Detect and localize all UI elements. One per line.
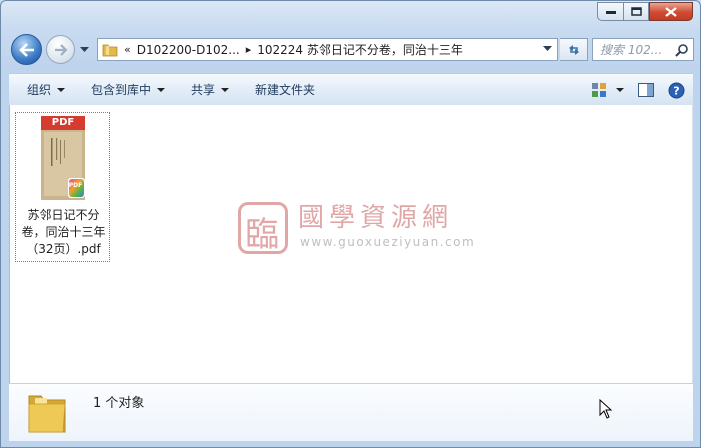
help-icon[interactable]: ? (668, 82, 685, 99)
minimize-button[interactable] (597, 2, 623, 21)
watermark-url: www.guoxueziyuan.com (300, 235, 476, 249)
watermark-seal-logo: 臨 (238, 202, 288, 255)
search-box[interactable]: 搜索 102... (592, 38, 694, 61)
share-button[interactable]: 共享 (181, 74, 239, 105)
file-item-pdf[interactable]: PDF PDF 苏邻日记不分 卷，同治十三年 （32页）.pdf (15, 112, 110, 262)
window-caption-buttons (597, 2, 693, 21)
address-dropdown-icon[interactable] (543, 46, 552, 52)
include-in-library-label: 包含到库中 (91, 83, 152, 97)
mouse-cursor-icon (599, 399, 613, 419)
content-border (692, 105, 693, 383)
view-options-button[interactable] (592, 83, 624, 97)
navigation-row: « D102200-D102... ▸ 102224 苏邻日记不分卷，同治十三年… (9, 34, 694, 66)
file-list-view[interactable]: PDF PDF 苏邻日记不分 卷，同治十三年 （32页）.pdf 臨 國學資源網… (9, 105, 693, 383)
chevron-down-icon (616, 88, 624, 92)
folder-icon (102, 44, 118, 56)
chevron-down-icon (221, 87, 230, 92)
back-button[interactable] (11, 34, 42, 65)
breadcrumb-current[interactable]: 102224 苏邻日记不分卷，同治十三年 (257, 41, 463, 58)
file-name-line-2: 卷，同治十三年 (21, 225, 106, 239)
pdf-badge: PDF (51, 117, 75, 128)
close-button[interactable] (649, 2, 693, 21)
command-bar: 组织 包含到库中 共享 新建文件夹 ? (9, 73, 693, 105)
item-count: 1 个对象 (93, 396, 145, 411)
maximize-icon (630, 7, 642, 16)
recent-pages-dropdown-icon[interactable] (80, 47, 89, 53)
organize-label: 组织 (27, 83, 52, 97)
close-icon (665, 6, 677, 17)
address-bar[interactable]: « D102200-D102... ▸ 102224 苏邻日记不分卷，同治十三年 (97, 38, 558, 61)
svg-text:?: ? (673, 84, 679, 97)
file-name-line-1: 苏邻日记不分 (27, 208, 100, 222)
refresh-icon (568, 44, 579, 55)
organize-button[interactable]: 组织 (9, 74, 75, 105)
preview-pane-icon[interactable] (638, 83, 654, 97)
watermark-seal-char: 臨 (245, 215, 279, 255)
pdf-small-badge: PDF (68, 182, 83, 189)
chevron-down-icon (57, 87, 66, 92)
chevron-down-icon (157, 87, 166, 92)
toolbar-right: ? (592, 74, 685, 106)
explorer-window: « D102200-D102... ▸ 102224 苏邻日记不分卷，同治十三年… (0, 0, 701, 448)
watermark: 臨 國學資源網 www.guoxueziyuan.com (238, 197, 478, 257)
breadcrumb-parent[interactable]: D102200-D102... (137, 43, 240, 57)
new-folder-label: 新建文件夹 (255, 83, 316, 97)
arrow-left-icon (18, 42, 34, 57)
search-icon[interactable] (675, 43, 689, 57)
minimize-icon (605, 10, 616, 14)
overflow-chevron[interactable]: « (124, 43, 131, 56)
include-in-library-button[interactable]: 包含到库中 (81, 74, 175, 105)
forward-button[interactable] (46, 35, 75, 64)
refresh-button[interactable] (560, 38, 588, 61)
file-name: 苏邻日记不分 卷，同治十三年 （32页）.pdf (16, 207, 111, 258)
search-input[interactable]: 搜索 102... (600, 41, 672, 58)
maximize-button[interactable] (623, 2, 649, 21)
new-folder-button[interactable]: 新建文件夹 (245, 74, 325, 105)
folder-large-icon (28, 395, 66, 433)
arrow-right-icon (54, 43, 68, 56)
watermark-title: 國學資源網 (298, 203, 454, 233)
breadcrumb-separator[interactable]: ▸ (246, 43, 252, 56)
details-pane: 1 个对象 (9, 383, 693, 441)
share-label: 共享 (191, 83, 216, 97)
file-name-line-3: （32页）.pdf (26, 242, 101, 256)
view-tiles-icon (592, 83, 606, 97)
